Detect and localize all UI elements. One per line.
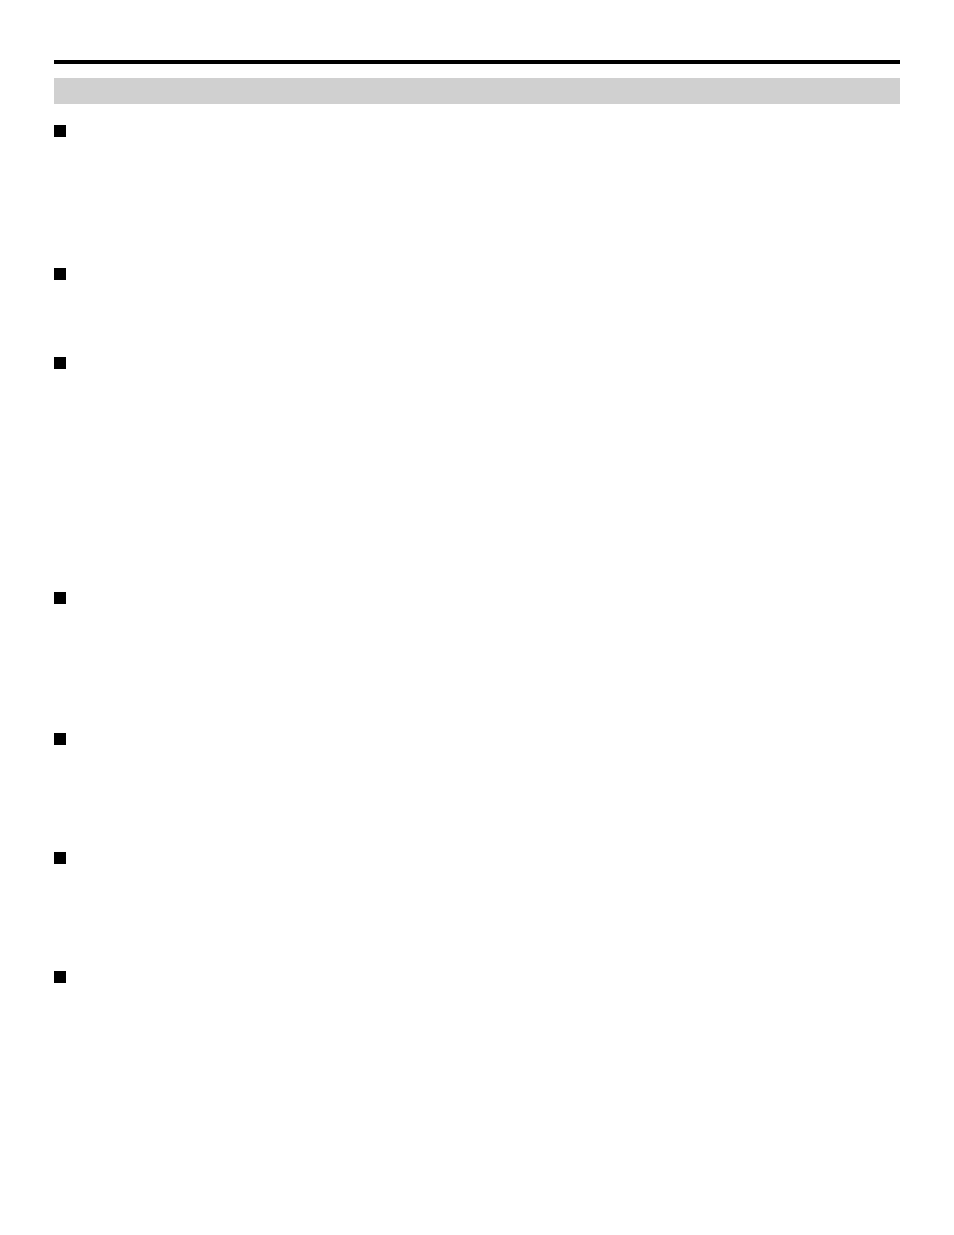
list-item <box>54 849 900 864</box>
top-rule <box>54 60 900 64</box>
list-item <box>54 730 900 745</box>
square-bullet-icon <box>54 592 66 604</box>
bullet-list <box>54 122 900 983</box>
list-item <box>54 589 900 604</box>
square-bullet-icon <box>54 268 66 280</box>
list-item <box>54 354 900 369</box>
page-container <box>0 0 954 983</box>
square-bullet-icon <box>54 852 66 864</box>
heading-bar <box>54 78 900 104</box>
square-bullet-icon <box>54 971 66 983</box>
square-bullet-icon <box>54 357 66 369</box>
list-item <box>54 265 900 280</box>
list-item <box>54 122 900 137</box>
list-item <box>54 968 900 983</box>
square-bullet-icon <box>54 125 66 137</box>
square-bullet-icon <box>54 733 66 745</box>
